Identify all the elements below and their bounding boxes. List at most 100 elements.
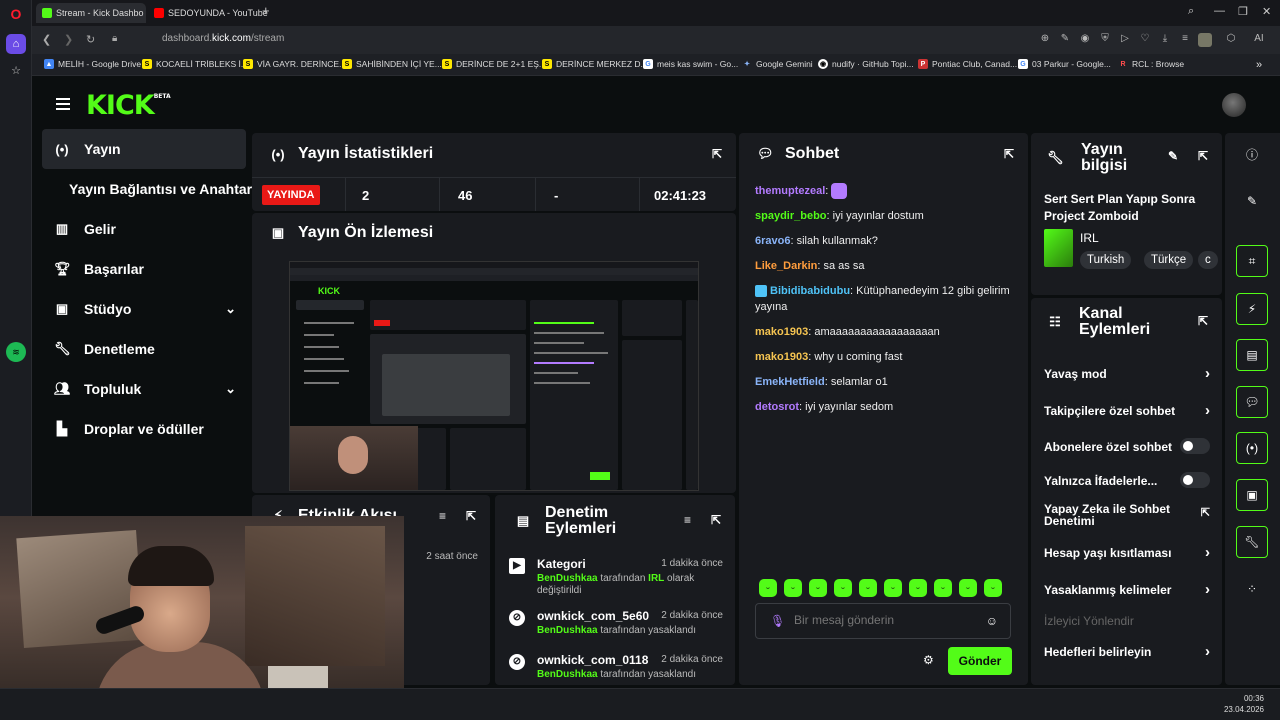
- opera-logo-icon[interactable]: O: [6, 4, 26, 24]
- tag-chip[interactable]: c: [1198, 251, 1218, 269]
- bookmark-item[interactable]: ✦ Google Gemini: [742, 59, 813, 69]
- bookmark-item[interactable]: S SAHİBİNDEN İÇİ YE...: [342, 59, 442, 69]
- bookmark-item[interactable]: Gmeis kas swim - Go...: [643, 59, 738, 69]
- edit-icon[interactable]: ✎: [1058, 33, 1072, 47]
- nav-droplar[interactable]: ▙ Droplar ve ödüller: [42, 409, 246, 449]
- home-icon[interactable]: ⌂: [6, 34, 26, 54]
- menu-icon[interactable]: ≡: [1178, 33, 1192, 47]
- emote-button[interactable]: ᵕ: [759, 579, 777, 597]
- emote-button[interactable]: ᵕ: [909, 579, 927, 597]
- bookmark-item[interactable]: S DERİNCE DE 2+1 EŞ...: [442, 59, 546, 69]
- bookmark-item[interactable]: R RCL : Browse: [1118, 59, 1184, 69]
- tab-kick[interactable]: Stream - Kick Dashbo: [36, 3, 146, 23]
- nav-yayin[interactable]: (•) Yayın: [42, 129, 246, 169]
- category-name[interactable]: IRL: [1080, 231, 1099, 245]
- shield-icon[interactable]: ⛨: [1098, 33, 1112, 47]
- nav-denetleme[interactable]: 🔧︎ Denetleme: [42, 329, 246, 369]
- emote-button[interactable]: ᵕ: [809, 579, 827, 597]
- extensions-icon[interactable]: ⬡: [1224, 33, 1238, 47]
- chat-username[interactable]: Like_Darkin: [755, 260, 817, 272]
- banned-words-item[interactable]: Yasaklanmış kelimeler ›: [1044, 581, 1210, 598]
- tab-youtube[interactable]: SEDOYUNDA - YouTube: [148, 3, 268, 23]
- minimize-button[interactable]: —: [1214, 5, 1225, 17]
- popout-icon[interactable]: ⇱: [466, 509, 476, 523]
- play-icon[interactable]: ▷: [1118, 33, 1132, 47]
- bookmark-item[interactable]: P Pontiac Club, Canad...: [918, 59, 1017, 69]
- url-field[interactable]: dashboard.kick.com/stream: [162, 33, 284, 44]
- microphone-icon[interactable]: 🎙︎: [770, 614, 785, 628]
- camera-icon[interactable]: ◉: [1078, 33, 1092, 47]
- nav-basarilar[interactable]: 🏆︎ Başarılar: [42, 249, 246, 289]
- emote-button[interactable]: ᵕ: [834, 579, 852, 597]
- popout-icon[interactable]: ⇱: [1004, 147, 1014, 161]
- back-icon[interactable]: ❮: [42, 33, 51, 46]
- system-clock[interactable]: 00:36 23.04.2026: [1224, 693, 1264, 715]
- chat-username[interactable]: 6ravo6: [755, 235, 790, 247]
- clip-icon[interactable]: ⌗: [1236, 245, 1268, 277]
- nav-studyo[interactable]: ▣ Stüdyo ⌄: [42, 289, 246, 329]
- subs-only-toggle[interactable]: [1180, 438, 1210, 454]
- bookmark-item[interactable]: ▲ MELİH - Google Drive: [44, 59, 141, 69]
- tag-chip[interactable]: Türkçe: [1144, 251, 1194, 269]
- emote-button[interactable]: ᵕ: [884, 579, 902, 597]
- heart-icon[interactable]: ♡: [1138, 33, 1152, 47]
- emote-button[interactable]: ᵕ: [859, 579, 877, 597]
- entry-user[interactable]: BenDushkaa: [537, 625, 598, 636]
- account-age-item[interactable]: Hesap yaşı kısıtlaması ›: [1044, 544, 1210, 561]
- gear-icon[interactable]: ⚙: [923, 653, 934, 667]
- entry-user[interactable]: BenDushkaa: [537, 669, 598, 680]
- kick-logo[interactable]: KICKBETA: [86, 90, 171, 121]
- bookmark-item[interactable]: ◉ nudify · GitHub Topi...: [818, 59, 914, 69]
- reload-icon[interactable]: ↻: [86, 33, 95, 46]
- new-tab-button[interactable]: +: [262, 3, 270, 18]
- stream-preview-video[interactable]: KICK: [289, 261, 699, 491]
- spotify-icon[interactable]: ≋: [6, 342, 26, 362]
- chat-bubble-icon[interactable]: 💬︎: [1236, 386, 1268, 418]
- goals-item[interactable]: Hedefleri belirleyin ›: [1044, 643, 1210, 660]
- wrench-icon[interactable]: 🔧︎: [1236, 526, 1268, 558]
- emote-button[interactable]: ᵕ: [934, 579, 952, 597]
- popout-icon[interactable]: ⇱: [712, 147, 722, 161]
- download-icon[interactable]: ⤓: [1158, 33, 1172, 47]
- ai-button[interactable]: AI: [1244, 33, 1274, 47]
- popout-icon[interactable]: ⇱: [1198, 149, 1208, 163]
- user-avatar[interactable]: [1222, 93, 1246, 117]
- lightning-icon[interactable]: ⚡︎: [1236, 293, 1268, 325]
- chat-username[interactable]: mako1903: [755, 326, 808, 338]
- chat-username[interactable]: mako1903: [755, 351, 808, 363]
- media-icon[interactable]: ▣: [1236, 479, 1268, 511]
- filter-icon[interactable]: ≡: [684, 513, 691, 527]
- popout-icon[interactable]: ⇱: [1198, 314, 1208, 328]
- info-icon[interactable]: ⓘ: [1236, 138, 1268, 170]
- tag-chip[interactable]: Turkish: [1080, 251, 1132, 269]
- chat-username[interactable]: EmekHetfield: [755, 376, 825, 388]
- emote-button[interactable]: ᵕ: [984, 579, 1002, 597]
- chat-username[interactable]: themuptezeal: [755, 185, 825, 197]
- bookmark-item[interactable]: G 03 Parkur - Google...: [1018, 59, 1111, 69]
- search-tabs-icon[interactable]: ⌕: [1188, 5, 1194, 18]
- chat-username[interactable]: detosrot: [755, 401, 799, 413]
- chat-input[interactable]: [794, 613, 974, 627]
- emote-button[interactable]: ᵕ: [784, 579, 802, 597]
- bookmark-item[interactable]: S KOCAELİ TRİBLEKS İ...: [142, 59, 248, 69]
- edit-icon[interactable]: ✎: [1168, 149, 1178, 163]
- bookmark-item[interactable]: S DERİNCE MERKEZ D...: [542, 59, 648, 69]
- profile-avatar[interactable]: [1198, 33, 1212, 47]
- bookmarks-more-icon[interactable]: »: [1256, 59, 1262, 71]
- forward-icon[interactable]: ❯: [64, 33, 73, 46]
- star-icon[interactable]: ☆: [6, 60, 26, 80]
- chat-username[interactable]: Bibidibabidubu: [770, 285, 850, 297]
- nav-gelir[interactable]: ▥ Gelir: [42, 209, 246, 249]
- broadcast-icon[interactable]: (•): [1236, 432, 1268, 464]
- zoom-icon[interactable]: ⊕: [1038, 33, 1052, 47]
- filter-icon[interactable]: ≡: [439, 509, 446, 523]
- chat-username[interactable]: spaydir_bebo: [755, 210, 827, 222]
- send-button[interactable]: Gönder: [948, 647, 1012, 675]
- entry-user[interactable]: BenDushkaa: [537, 573, 598, 584]
- bookmark-item[interactable]: S VİA GAYR. DERİNCE...: [243, 59, 346, 69]
- ai-moderation-item[interactable]: Yapay Zeka ile Sohbet Denetimi ⇱: [1044, 503, 1210, 527]
- hamburger-menu-icon[interactable]: [56, 98, 70, 113]
- emoji-icon[interactable]: ☺: [986, 614, 998, 628]
- nav-stream-key[interactable]: Yayın Bağlantısı ve Anahtarı: [42, 169, 256, 209]
- slow-mode-item[interactable]: Yavaş mod ›: [1044, 365, 1210, 382]
